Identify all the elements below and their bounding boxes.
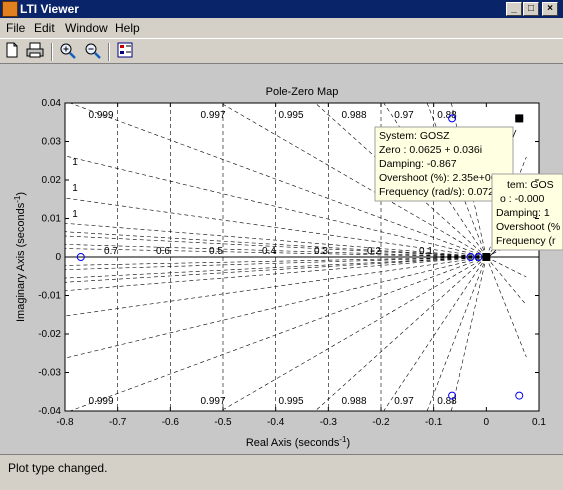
toolbar-separator [108,43,110,61]
damping-label-top: 0.995 [278,110,303,121]
damping-label-bottom: 0.88 [437,396,457,407]
menu-help[interactable]: Help [115,21,140,35]
damping-label-axis: 0.6 [156,246,170,257]
damping-label-axis: 0.7 [104,246,118,257]
datatip-origin[interactable]: tem: GOS o : -0.000 Damping: 1 Overshoot… [491,173,563,251]
datatip-line: Overshoot (%): 2.35e+004 [379,172,503,184]
pole-zero-chart: 0.999 0.997 0.995 0.988 0.97 0.88 0.999 … [13,86,563,449]
x-axis-label: Real Axis (seconds-1) [246,435,350,449]
damping-label-top: 0.97 [394,110,414,121]
datatip-line: Damping: -0.867 [379,158,457,170]
x-axis-label-close: ) [347,437,351,449]
plot-title: Pole-Zero Map [266,86,339,98]
damping-label-axis: 0.2 [367,246,381,257]
y-tick-label: -0.03 [38,368,61,379]
datatip-line: tem: GOS [507,179,554,191]
toolbar [0,38,563,64]
y-axis-label-text: Imaginary Axis (seconds [15,202,27,322]
damping-label-axis: 0.4 [262,246,276,257]
y-tick-label: 0.03 [42,137,62,148]
y-tick-label: 0.04 [42,98,62,109]
y-tick-label: 0.02 [42,175,62,186]
menu-bar: File Edit Window Help [0,18,563,38]
left-edge-label: 1 [72,209,78,220]
y-tick-label: -0.04 [38,406,61,417]
damping-label-bottom: 0.997 [200,396,225,407]
menu-window[interactable]: Window [65,21,108,35]
x-tick-label: -0.2 [372,417,390,428]
x-axis-label-text: Real Axis (seconds [246,437,340,449]
datatip-line: Damping: 1 [496,207,550,219]
status-text: Plot type changed. [8,461,108,475]
y-tick-label: 0 [55,252,61,263]
left-edge-label: 1 [72,183,78,194]
x-tick-label: -0.3 [320,417,338,428]
damping-label-axis: 0.3 [314,246,328,257]
toolbar-separator [51,43,53,61]
menu-edit[interactable]: Edit [34,21,55,35]
damping-label-axis: 0.5 [209,246,223,257]
x-tick-label: -0.4 [267,417,285,428]
window-title: LTI Viewer [20,2,79,16]
y-tick-label: 0.01 [42,214,62,225]
damping-label-top: 0.988 [341,110,366,121]
damping-label-top: 0.999 [88,110,113,121]
close-button[interactable]: × [542,2,558,16]
datatip-line: Overshoot (% [496,221,560,233]
datatip-line: Frequency (r [496,235,556,247]
x-tick-label: -0.7 [109,417,127,428]
damping-label-bottom: 0.999 [88,396,113,407]
selected-marker [515,114,524,123]
zoom-in-icon[interactable] [58,42,78,62]
datatip-line: System: GOSZ [379,130,450,142]
maximize-button[interactable]: □ [523,2,539,16]
y-tick-label: -0.01 [38,291,61,302]
x-tick-label: 0 [484,417,490,428]
x-tick-label: -0.6 [162,417,180,428]
left-edge-label: 1 [72,157,78,168]
app-icon [2,1,18,17]
new-icon[interactable] [2,42,22,62]
x-tick-label: -0.8 [56,417,74,428]
damping-label-bottom: 0.97 [394,396,414,407]
x-tick-label: -0.5 [214,417,232,428]
title-bar: LTI Viewer _ □ × [0,0,563,18]
x-tick-label: -0.1 [425,417,443,428]
damping-label-bottom: 0.988 [341,396,366,407]
x-tick-label: 0.1 [532,417,546,428]
damping-label-top: 0.997 [200,110,225,121]
y-axis-label-close: ) [15,192,27,196]
print-icon[interactable] [25,42,45,62]
y-tick-label: -0.02 [38,329,61,340]
figure-area: 0.999 0.997 0.995 0.988 0.97 0.88 0.999 … [0,64,563,454]
damping-label-axis: 0.1 [419,246,433,257]
plot-config-icon[interactable] [115,42,135,62]
datatip-line: Frequency (rad/s): 0.0721 [379,186,500,198]
menu-file[interactable]: File [6,21,25,35]
zoom-out-icon[interactable] [83,42,103,62]
y-axis-label: Imaginary Axis (seconds-1) [13,192,27,322]
datatip-line: Zero : 0.0625 + 0.036i [379,144,482,156]
status-bar: Plot type changed. [0,454,563,490]
damping-label-bottom: 0.995 [278,396,303,407]
datatip-line: o : -0.000 [500,193,545,205]
minimize-button[interactable]: _ [506,2,522,16]
